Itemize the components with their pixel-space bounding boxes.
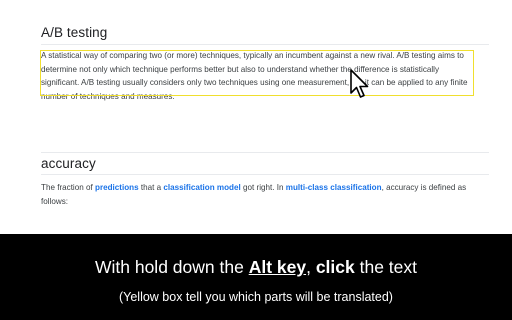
term-title-ab-testing[interactable]: A/B testing	[41, 25, 107, 40]
term-definition-accuracy[interactable]: The fraction of predictions that a class…	[41, 181, 481, 208]
instruction-text: With hold down the	[94, 257, 249, 277]
instruction-sub-line: (Yellow box tell you which parts will be…	[119, 290, 393, 304]
instruction-text: the text	[354, 257, 418, 277]
link-predictions[interactable]: predictions	[95, 183, 139, 192]
link-multi-class-classification[interactable]: multi-class classification	[286, 183, 382, 192]
instruction-text: ,	[306, 257, 316, 277]
click-label: click	[315, 257, 355, 277]
term-title-accuracy[interactable]: accuracy	[41, 156, 96, 171]
link-classification-model[interactable]: classification model	[163, 183, 240, 192]
definition-text: The fraction of	[41, 183, 95, 192]
definition-text: that a	[138, 183, 164, 192]
term-definition-ab-testing[interactable]: A statistical way of comparing two (or m…	[41, 49, 472, 103]
alt-key-label: Alt key	[248, 257, 307, 277]
mouse-pointer-icon	[350, 69, 369, 98]
definition-text: got right. In	[240, 183, 286, 192]
glossary-page: A/B testing A statistical way of compari…	[0, 0, 512, 234]
divider	[41, 152, 489, 153]
divider	[41, 174, 489, 175]
divider	[41, 44, 489, 45]
instruction-main-line: With hold down the Alt key, click the te…	[0, 257, 512, 278]
